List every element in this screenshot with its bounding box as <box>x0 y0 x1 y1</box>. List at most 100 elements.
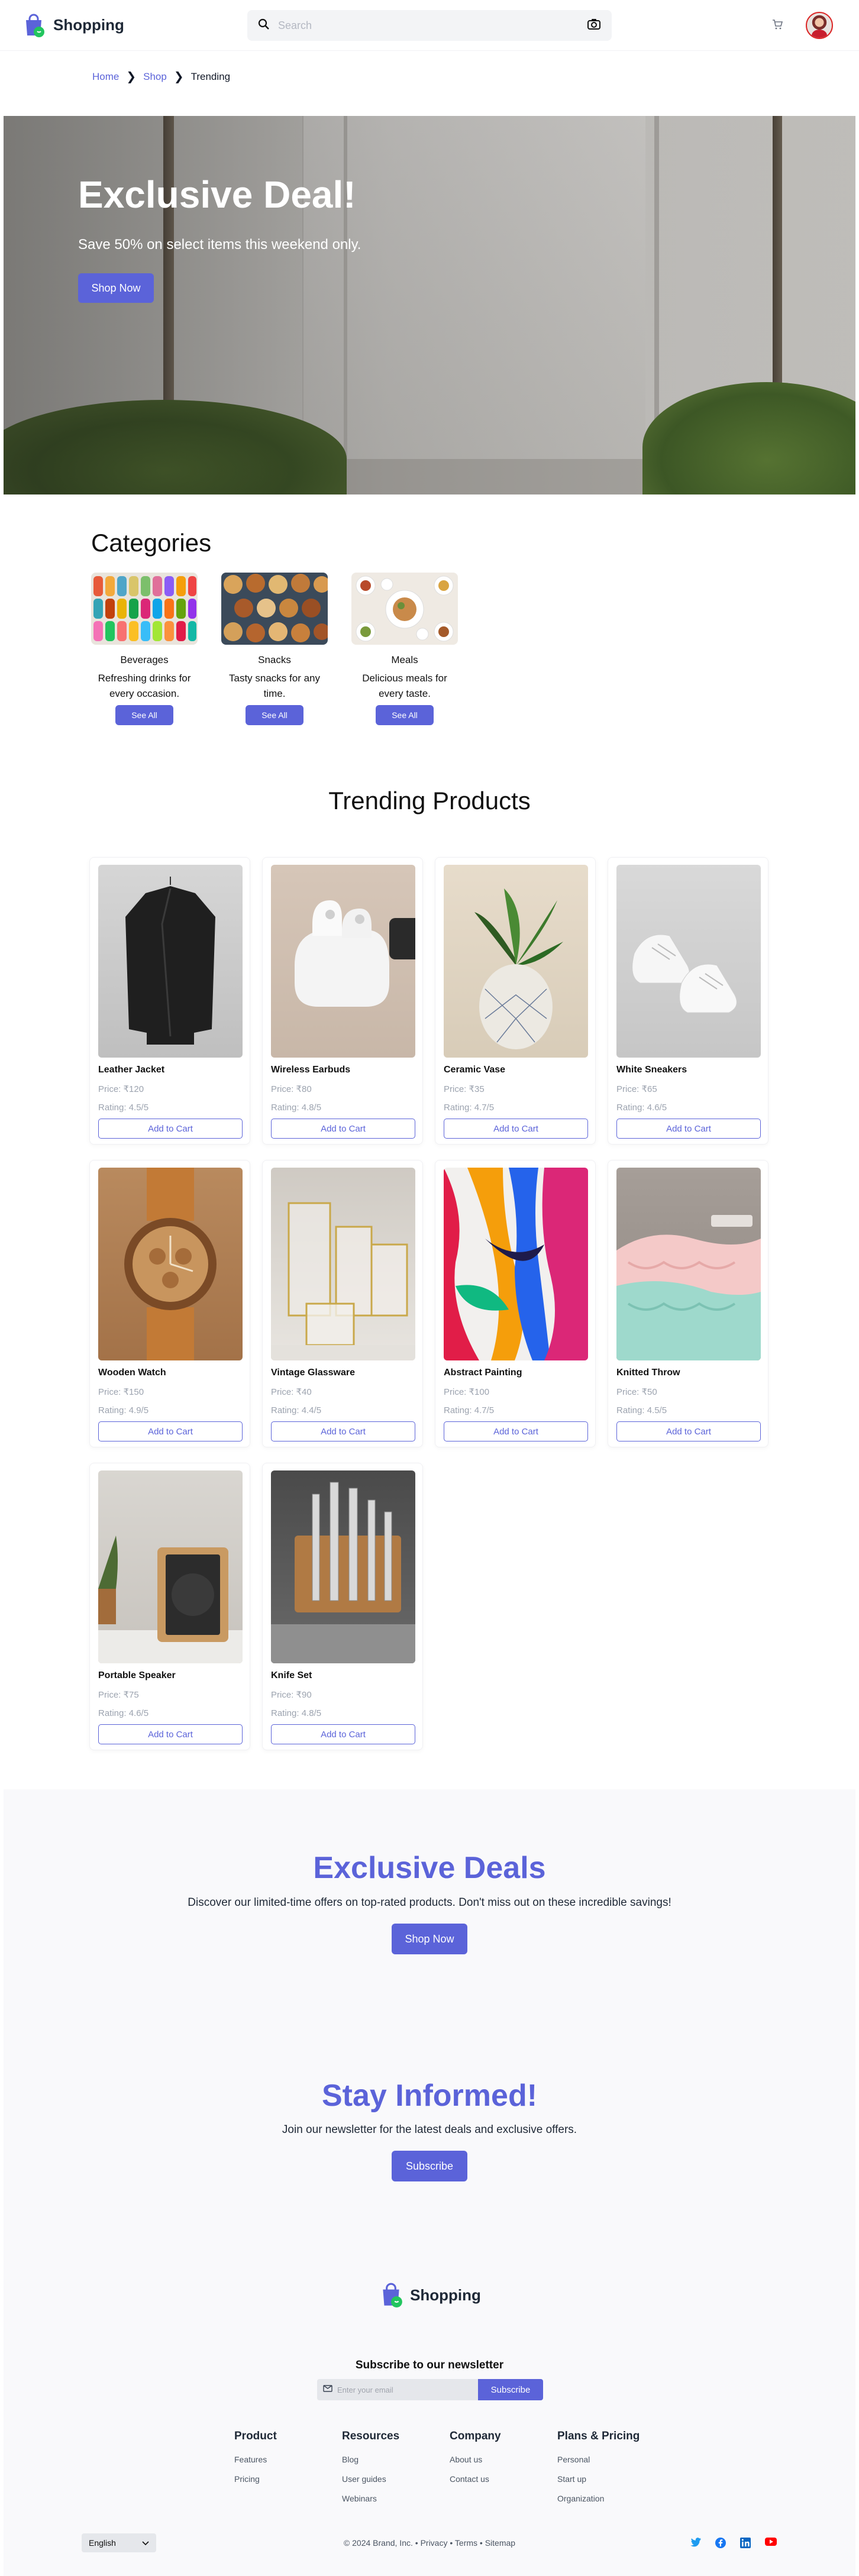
breadcrumb-home[interactable]: Home <box>92 71 119 83</box>
category-see-all-button[interactable]: See All <box>376 705 434 725</box>
footer-link[interactable]: Webinars <box>342 2494 399 2503</box>
informed-subscribe-button[interactable]: Subscribe <box>392 2151 467 2181</box>
footer-bottom-bar: English © 2024 Brand, Inc. • Privacy • T… <box>0 2533 859 2557</box>
product-image[interactable] <box>271 1168 415 1360</box>
chevron-right-icon: ❯ <box>173 70 184 83</box>
footer-brand-logo[interactable]: Shopping <box>0 2282 859 2308</box>
product-price: Price: ₹65 <box>616 1084 657 1094</box>
product-name: Knife Set <box>271 1670 312 1680</box>
product-price: Price: ₹80 <box>271 1084 312 1094</box>
add-to-cart-button[interactable]: Add to Cart <box>98 1421 243 1441</box>
add-to-cart-button[interactable]: Add to Cart <box>271 1119 415 1139</box>
user-avatar[interactable] <box>806 12 833 39</box>
footer-link[interactable]: Personal <box>557 2455 640 2464</box>
sitemap-link[interactable]: Sitemap <box>485 2538 515 2548</box>
terms-link[interactable]: Terms <box>455 2538 477 2548</box>
category-name: Meals <box>391 654 418 665</box>
add-to-cart-button[interactable]: Add to Cart <box>271 1724 415 1744</box>
linkedin-icon[interactable] <box>739 2537 751 2552</box>
footer-link[interactable]: Start up <box>557 2474 640 2484</box>
product-name: White Sneakers <box>616 1065 687 1075</box>
youtube-icon[interactable] <box>764 2537 777 2552</box>
category-image-meals[interactable] <box>351 573 458 645</box>
product-image[interactable] <box>616 1168 761 1360</box>
footer-brand-name: Shopping <box>410 2286 481 2304</box>
product-image[interactable] <box>271 1470 415 1663</box>
header-actions <box>771 12 833 39</box>
product-rating: Rating: 4.6/5 <box>98 1708 149 1718</box>
product-name: Knitted Throw <box>616 1368 680 1378</box>
product-image[interactable] <box>444 865 588 1058</box>
product-rating: Rating: 4.9/5 <box>98 1405 149 1415</box>
category-image-beverages[interactable] <box>91 573 198 645</box>
footer-column-title: Company <box>450 2430 501 2442</box>
footer-column-plans: Plans & Pricing Personal Start up Organi… <box>557 2430 640 2513</box>
search-bar <box>247 10 612 41</box>
separator-dot: • <box>450 2538 455 2548</box>
product-price: Price: ₹40 <box>271 1387 312 1397</box>
product-image[interactable] <box>271 865 415 1058</box>
search-input[interactable] <box>278 19 579 32</box>
product-image[interactable] <box>616 865 761 1058</box>
privacy-link[interactable]: Privacy <box>421 2538 448 2548</box>
category-name: Snacks <box>258 654 291 665</box>
breadcrumb: Home ❯ Shop ❯ Trending <box>92 69 230 84</box>
add-to-cart-button[interactable]: Add to Cart <box>98 1119 243 1139</box>
deals-shop-now-button[interactable]: Shop Now <box>392 1924 467 1954</box>
product-image[interactable] <box>98 1470 243 1663</box>
product-card: Knife Set Price: ₹90 Rating: 4.8/5 Add t… <box>262 1463 423 1750</box>
category-image-snacks[interactable] <box>221 573 328 645</box>
brand-logo[interactable]: Shopping <box>21 13 124 38</box>
product-name: Wooden Watch <box>98 1368 166 1378</box>
product-card: Knitted Throw Price: ₹50 Rating: 4.5/5 A… <box>608 1160 768 1447</box>
footer-column-title: Plans & Pricing <box>557 2430 640 2442</box>
category-card-beverages: Beverages Refreshing drinks for every oc… <box>91 573 198 725</box>
product-rating: Rating: 4.4/5 <box>271 1405 322 1415</box>
add-to-cart-button[interactable]: Add to Cart <box>98 1724 243 1744</box>
chevron-right-icon: ❯ <box>126 70 137 83</box>
footer-link[interactable]: User guides <box>342 2474 399 2484</box>
deals-subtitle: Discover our limited-time offers on top-… <box>188 1896 671 1909</box>
footer-link[interactable]: About us <box>450 2455 501 2464</box>
footer-link[interactable]: Blog <box>342 2455 399 2464</box>
product-price: Price: ₹150 <box>98 1387 144 1397</box>
category-desc: Refreshing drinks for every occasion. <box>98 673 191 699</box>
footer-link[interactable]: Contact us <box>450 2474 501 2484</box>
product-name: Wireless Earbuds <box>271 1065 351 1075</box>
newsletter-subscribe-button[interactable]: Subscribe <box>478 2379 543 2400</box>
footer-link[interactable]: Features <box>234 2455 277 2464</box>
top-header: Shopping <box>0 0 859 51</box>
product-image[interactable] <box>444 1168 588 1360</box>
category-see-all-button[interactable]: See All <box>246 705 303 725</box>
separator-dot: • <box>415 2538 421 2548</box>
product-price: Price: ₹90 <box>271 1690 312 1700</box>
twitter-icon[interactable] <box>690 2537 702 2552</box>
product-rating: Rating: 4.6/5 <box>616 1103 667 1113</box>
cart-icon[interactable] <box>771 18 783 33</box>
breadcrumb-shop[interactable]: Shop <box>143 71 167 83</box>
hero-title: Exclusive Deal! <box>78 173 356 216</box>
product-name: Ceramic Vase <box>444 1065 506 1075</box>
shopping-bag-logo-icon <box>21 13 46 38</box>
add-to-cart-button[interactable]: Add to Cart <box>616 1119 761 1139</box>
facebook-icon[interactable] <box>715 2537 726 2552</box>
add-to-cart-button[interactable]: Add to Cart <box>616 1421 761 1441</box>
newsletter-input-wrap <box>317 2379 478 2400</box>
newsletter-email-input[interactable] <box>337 2385 472 2394</box>
add-to-cart-button[interactable]: Add to Cart <box>444 1119 588 1139</box>
hero-shop-now-button[interactable]: Shop Now <box>78 273 154 303</box>
add-to-cart-button[interactable]: Add to Cart <box>271 1421 415 1441</box>
footer-link[interactable]: Organization <box>557 2494 640 2503</box>
product-image[interactable] <box>98 1168 243 1360</box>
product-price: Price: ₹50 <box>616 1387 657 1397</box>
category-see-all-button[interactable]: See All <box>115 705 173 725</box>
footer-link[interactable]: Pricing <box>234 2474 277 2484</box>
product-card: Vintage Glassware Price: ₹40 Rating: 4.4… <box>262 1160 423 1447</box>
camera-icon[interactable] <box>587 18 601 34</box>
product-price: Price: ₹35 <box>444 1084 485 1094</box>
product-card: Wireless Earbuds Price: ₹80 Rating: 4.8/… <box>262 857 423 1145</box>
add-to-cart-button[interactable]: Add to Cart <box>444 1421 588 1441</box>
mail-icon <box>323 2384 332 2395</box>
page: Shopping Home ❯ Shop ❯ Trending <box>0 0 859 2576</box>
product-image[interactable] <box>98 865 243 1058</box>
